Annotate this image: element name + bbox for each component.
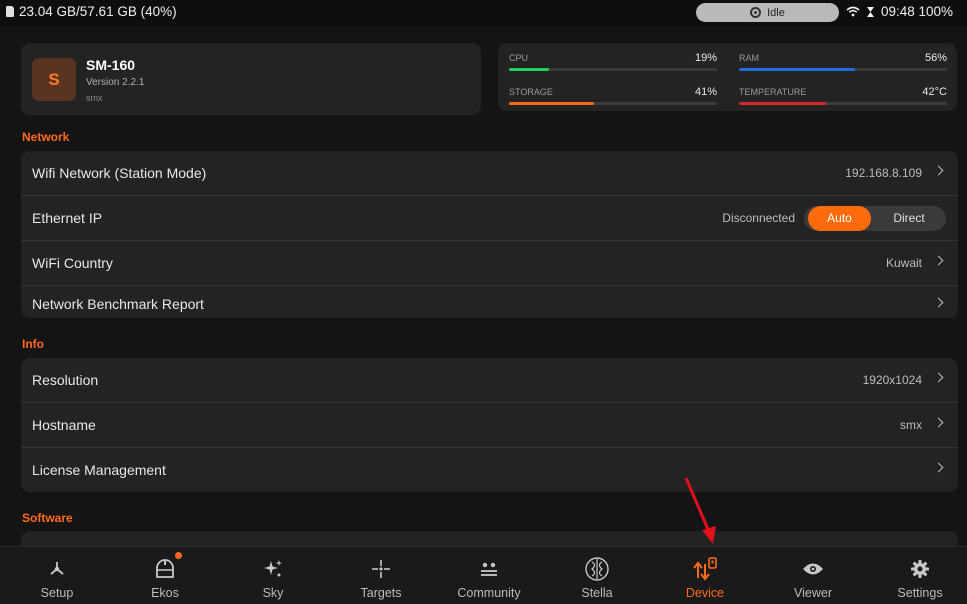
chevron-right-icon [933, 417, 944, 428]
chevron-right-icon [933, 297, 944, 308]
stat-track [739, 68, 947, 71]
system-stats-card: CPU 19% RAM 56% STORAGE 41% TEMPERATURE … [498, 43, 957, 111]
nav-label: Community [457, 586, 521, 600]
stat-fill [509, 102, 595, 105]
chevron-right-icon [933, 462, 944, 473]
row-label: WiFi Country [32, 255, 113, 271]
row-license-management[interactable]: License Management [21, 448, 958, 492]
device-card: S SM-160 Version 2.2.1 smx [21, 43, 481, 115]
stat-label: CPU [509, 53, 529, 63]
section-title-info: Info [22, 337, 44, 351]
stat-track [509, 68, 717, 71]
targets-icon [368, 556, 394, 582]
nav-label: Ekos [151, 586, 179, 600]
row-label: Resolution [32, 372, 99, 388]
device-avatar: S [32, 58, 76, 101]
nav-label: Viewer [794, 586, 832, 600]
chevron-right-icon [933, 372, 944, 383]
row-wifi-country[interactable]: WiFi Country Kuwait [21, 241, 958, 286]
row-label: Ethernet IP [32, 210, 103, 226]
stat-fill [509, 68, 549, 71]
row-value: 192.168.8.109 [845, 166, 922, 180]
ethernet-status: Disconnected [722, 211, 795, 225]
stat-track [739, 102, 947, 105]
device-version: Version 2.2.1 [86, 77, 145, 88]
nav-ekos[interactable]: Ekos [111, 547, 219, 604]
sd-card-icon [6, 6, 14, 17]
sky-icon [260, 556, 286, 582]
nav-label: Sky [262, 586, 284, 600]
system-tray: 09:48 100% [846, 4, 953, 19]
stat-value: 56% [924, 52, 947, 64]
stat-value: 42°C [922, 86, 947, 98]
nav-settings[interactable]: Settings [866, 547, 967, 604]
hourglass-icon [866, 6, 874, 17]
section-title-network: Network [22, 130, 70, 144]
row-label: Network Benchmark Report [32, 296, 204, 312]
section-title-software: Software [22, 511, 73, 525]
row-value: smx [900, 418, 922, 432]
row-value: Kuwait [885, 256, 922, 270]
row-resolution[interactable]: Resolution 1920x1024 [21, 358, 958, 403]
storage-text: 23.04 GB/57.61 GB (40%) [19, 4, 177, 19]
ekos-icon [152, 556, 178, 582]
setup-icon [44, 556, 70, 582]
chevron-right-icon [933, 165, 944, 176]
row-wifi-network[interactable]: Wifi Network (Station Mode) 192.168.8.10… [21, 151, 958, 196]
ethernet-mode-auto[interactable]: Auto [808, 206, 871, 231]
gear-icon [907, 556, 933, 582]
row-ethernet-ip: Ethernet IP Disconnected Auto Direct [21, 196, 958, 241]
nav-label: Device [685, 586, 725, 600]
nav-stella[interactable]: Stella [543, 547, 651, 604]
stat-label: STORAGE [509, 87, 553, 97]
nav-sky[interactable]: Sky [219, 547, 327, 604]
status-bar: 23.04 GB/57.61 GB (40%) Idle 09:48 100% [0, 0, 967, 26]
info-list: Resolution 1920x1024 Hostname smx Licens… [21, 358, 958, 492]
stat-value: 19% [694, 52, 717, 64]
row-label: License Management [32, 462, 166, 478]
ethernet-mode-toggle: Auto Direct [804, 206, 946, 231]
row-hostname[interactable]: Hostname smx [21, 403, 958, 448]
nav-community[interactable]: Community [435, 547, 543, 604]
nav-label: Settings [897, 586, 943, 600]
target-icon [750, 7, 762, 18]
row-label: Wifi Network (Station Mode) [32, 165, 207, 181]
row-network-benchmark[interactable]: Network Benchmark Report [21, 286, 958, 318]
storage-status: 23.04 GB/57.61 GB (40%) [6, 4, 177, 19]
stella-icon [584, 556, 610, 582]
community-icon [476, 556, 502, 582]
device-host: smx [86, 93, 103, 103]
ethernet-mode-direct[interactable]: Direct [874, 206, 944, 231]
stat-label: TEMPERATURE [739, 87, 807, 97]
nav-label: Setup [40, 586, 74, 600]
row-label: Hostname [32, 417, 96, 433]
stat-track [509, 102, 717, 105]
notification-dot [175, 552, 182, 559]
device-icon [692, 556, 718, 582]
row-value: 1920x1024 [862, 373, 922, 387]
stat-label: RAM [739, 53, 759, 63]
state-pill[interactable]: Idle [696, 3, 839, 22]
stat-fill [739, 102, 827, 105]
time-battery: 09:48 100% [880, 4, 953, 19]
nav-label: Stella [581, 586, 613, 600]
nav-label: Targets [360, 586, 402, 600]
viewer-icon [800, 556, 826, 582]
bottom-nav: Setup Ekos Sky Targets Community Stella [0, 546, 967, 604]
nav-device[interactable]: Device [651, 547, 759, 604]
network-list: Wifi Network (Station Mode) 192.168.8.10… [21, 151, 958, 318]
nav-viewer[interactable]: Viewer [759, 547, 867, 604]
device-name: SM-160 [86, 57, 136, 73]
nav-setup[interactable]: Setup [3, 547, 111, 604]
stat-fill [739, 68, 856, 71]
wifi-icon [846, 6, 860, 17]
chevron-right-icon [933, 255, 944, 266]
stat-value: 41% [694, 86, 717, 98]
nav-targets[interactable]: Targets [327, 547, 435, 604]
state-label: Idle [767, 6, 785, 19]
